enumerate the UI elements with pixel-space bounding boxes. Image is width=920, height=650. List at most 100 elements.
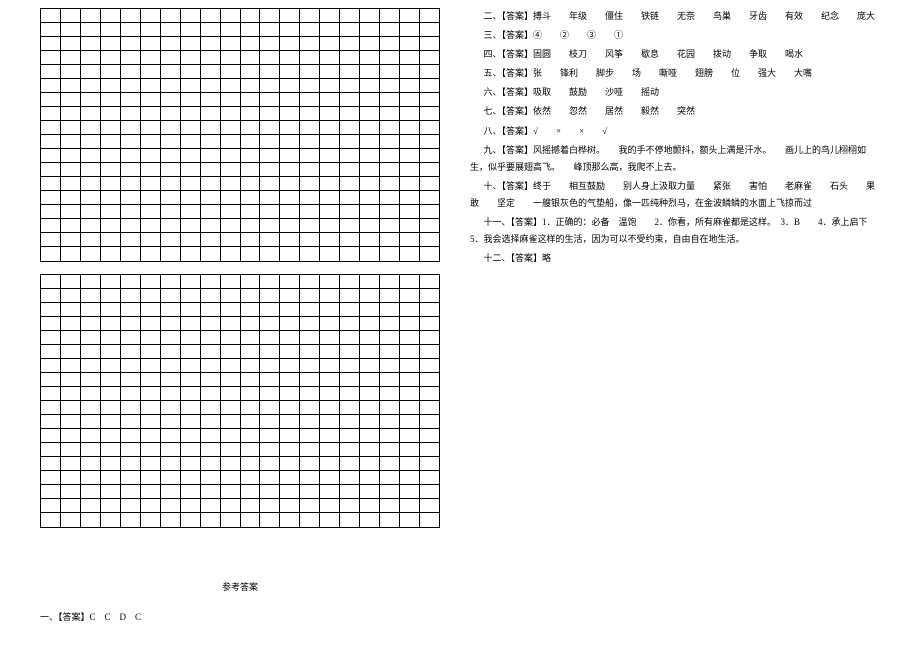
grid-cell <box>320 331 340 344</box>
grid-cell <box>420 37 439 50</box>
grid-cell <box>360 331 380 344</box>
answer-item-6: 六、【答案】吸取 鼓励 沙哑 摇动 <box>470 84 880 101</box>
grid-cell <box>141 457 161 470</box>
grid-cell <box>121 401 141 414</box>
grid-cell <box>420 191 439 204</box>
grid-cell <box>61 331 81 344</box>
grid-cell <box>360 205 380 218</box>
grid-cell <box>201 373 221 386</box>
grid-cell <box>81 247 101 261</box>
grid-row <box>41 247 439 261</box>
grid-cell <box>320 317 340 330</box>
grid-cell <box>141 303 161 316</box>
grid-cell <box>121 303 141 316</box>
grid-cell <box>380 289 400 302</box>
grid-cell <box>41 51 61 64</box>
grid-cell <box>121 345 141 358</box>
grid-cell <box>340 331 360 344</box>
grid-cell <box>141 191 161 204</box>
grid-cell <box>41 9 61 22</box>
grid-cell <box>241 415 261 428</box>
grid-cell <box>81 9 101 22</box>
grid-cell <box>61 135 81 148</box>
grid-cell <box>201 387 221 400</box>
grid-cell <box>260 93 280 106</box>
grid-cell <box>81 205 101 218</box>
grid-cell <box>260 107 280 120</box>
grid-cell <box>41 149 61 162</box>
grid-cell <box>380 177 400 190</box>
grid-cell <box>241 121 261 134</box>
grid-cell <box>201 219 221 232</box>
grid-cell <box>360 275 380 288</box>
grid-cell <box>101 93 121 106</box>
grid-cell <box>400 65 420 78</box>
grid-cell <box>260 485 280 498</box>
grid-cell <box>260 331 280 344</box>
grid-cell <box>141 415 161 428</box>
grid-cell <box>201 9 221 22</box>
grid-cell <box>181 345 201 358</box>
grid-cell <box>400 443 420 456</box>
grid-cell <box>241 65 261 78</box>
grid-cell <box>61 387 81 400</box>
grid-cell <box>340 65 360 78</box>
grid-cell <box>340 415 360 428</box>
grid-cell <box>300 23 320 36</box>
answer-item-1: 一、【答案】C C D C <box>40 609 440 626</box>
grid-cell <box>81 443 101 456</box>
grid-cell <box>280 513 300 527</box>
grid-cell <box>241 163 261 176</box>
grid-cell <box>101 107 121 120</box>
grid-cell <box>400 219 420 232</box>
grid-cell <box>201 93 221 106</box>
grid-cell <box>241 359 261 372</box>
grid-cell <box>360 191 380 204</box>
grid-cell <box>161 443 181 456</box>
grid-cell <box>360 471 380 484</box>
answer-item-10: 十、【答案】终于 相互鼓励 别人身上汲取力量 紧张 害怕 老麻雀 石头 果敢 坚… <box>470 178 880 212</box>
grid-cell <box>161 345 181 358</box>
grid-cell <box>380 401 400 414</box>
grid-cell <box>400 79 420 92</box>
grid-cell <box>300 205 320 218</box>
grid-cell <box>320 107 340 120</box>
grid-cell <box>121 37 141 50</box>
grid-cell <box>101 163 121 176</box>
grid-cell <box>101 289 121 302</box>
grid-cell <box>300 303 320 316</box>
grid-cell <box>241 51 261 64</box>
grid-cell <box>360 65 380 78</box>
grid-cell <box>221 317 241 330</box>
grid-cell <box>181 107 201 120</box>
grid-cell <box>201 471 221 484</box>
grid-cell <box>181 149 201 162</box>
grid-cell <box>161 373 181 386</box>
grid-cell <box>201 163 221 176</box>
grid-row <box>41 443 439 457</box>
composition-grid-2 <box>40 274 440 528</box>
grid-cell <box>400 513 420 527</box>
grid-cell <box>221 457 241 470</box>
grid-cell <box>141 429 161 442</box>
grid-cell <box>280 93 300 106</box>
grid-cell <box>320 275 340 288</box>
grid-cell <box>81 471 101 484</box>
grid-cell <box>161 51 181 64</box>
grid-cell <box>420 233 439 246</box>
grid-cell <box>81 373 101 386</box>
grid-cell <box>81 107 101 120</box>
grid-cell <box>161 275 181 288</box>
grid-cell <box>141 135 161 148</box>
grid-row <box>41 499 439 513</box>
grid-cell <box>340 443 360 456</box>
grid-cell <box>121 191 141 204</box>
grid-cell <box>81 23 101 36</box>
grid-cell <box>221 345 241 358</box>
grid-cell <box>360 345 380 358</box>
grid-row <box>41 387 439 401</box>
grid-row <box>41 65 439 79</box>
grid-cell <box>101 485 121 498</box>
grid-cell <box>61 149 81 162</box>
grid-cell <box>300 275 320 288</box>
